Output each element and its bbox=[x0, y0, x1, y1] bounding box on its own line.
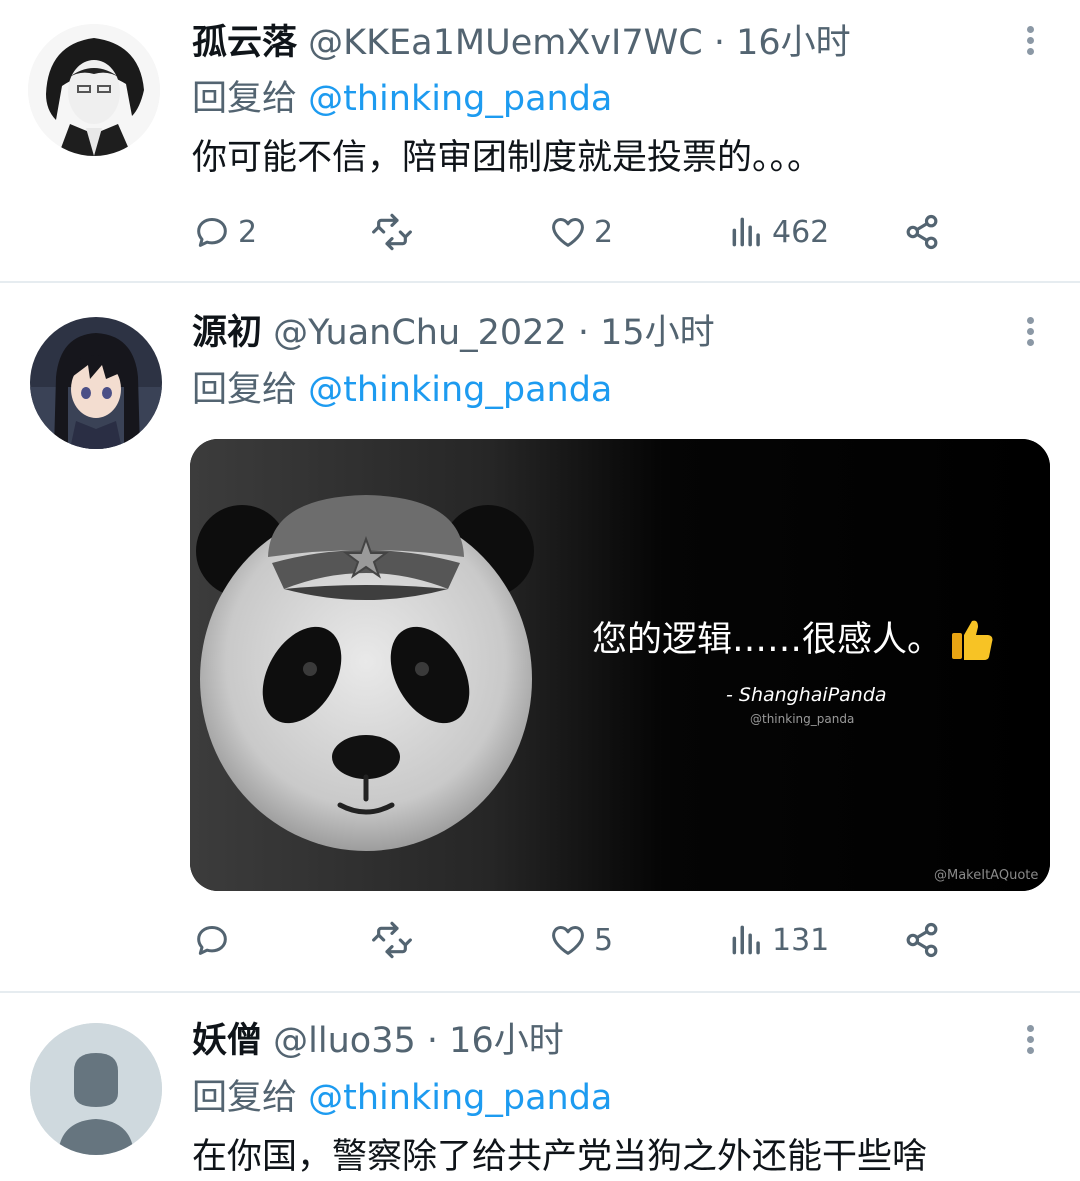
reply-mention-link[interactable]: @thinking_panda bbox=[308, 370, 612, 410]
more-icon[interactable] bbox=[1018, 1021, 1042, 1067]
tweet-2[interactable]: 源初 @YuanChu_2022 · 15小时 回复给 @thinking_pa… bbox=[0, 283, 1080, 991]
like-icon bbox=[552, 218, 584, 247]
retweet-icon bbox=[372, 213, 412, 251]
timestamp[interactable]: 15小时 bbox=[600, 313, 715, 353]
watermark: @MakeItAQuote bbox=[934, 868, 1038, 883]
quote-image: 您的逻辑……很感人。 - ShanghaiPanda @thinking_pan… bbox=[190, 439, 1050, 891]
share-icon bbox=[906, 922, 938, 958]
reply-prefix: 回复给 bbox=[192, 1078, 298, 1118]
reply-context: 回复给 @thinking_panda bbox=[192, 76, 612, 122]
views-button[interactable]: 131 bbox=[728, 915, 829, 965]
reply-context: 回复给 @thinking_panda bbox=[192, 1075, 612, 1121]
reply-mention-link[interactable]: @thinking_panda bbox=[308, 1078, 612, 1118]
quote-text: 您的逻辑……很感人。 bbox=[592, 620, 942, 660]
views-icon bbox=[732, 217, 760, 247]
reply-icon bbox=[197, 218, 227, 247]
display-name[interactable]: 源初 bbox=[192, 313, 262, 353]
reply-button[interactable] bbox=[192, 915, 238, 965]
display-name[interactable]: 孤云落 bbox=[192, 23, 297, 63]
share-button[interactable] bbox=[902, 207, 942, 257]
separator: · bbox=[577, 313, 589, 353]
timestamp[interactable]: 16小时 bbox=[449, 1021, 564, 1061]
tweet-1[interactable]: 孤云落 @KKEa1MUemXvI7WC · 16小时 回复给 @thinkin… bbox=[0, 0, 1080, 282]
reply-context: 回复给 @thinking_panda bbox=[192, 367, 612, 413]
like-button[interactable]: 5 bbox=[548, 915, 613, 965]
reply-prefix: 回复给 bbox=[192, 370, 298, 410]
reply-prefix: 回复给 bbox=[192, 79, 298, 119]
avatar[interactable] bbox=[30, 317, 162, 449]
retweet-icon bbox=[372, 921, 412, 959]
like-button[interactable]: 2 bbox=[548, 207, 613, 257]
username[interactable]: @KKEa1MUemXvI7WC bbox=[308, 23, 703, 63]
views-button[interactable]: 462 bbox=[728, 207, 829, 257]
tweet-header: 妖僧 @lluo35 · 16小时 bbox=[192, 1018, 564, 1064]
tweet-header: 孤云落 @KKEa1MUemXvI7WC · 16小时 bbox=[192, 20, 851, 66]
reply-button[interactable]: 2 bbox=[192, 207, 257, 257]
views-count: 462 bbox=[772, 214, 830, 250]
share-button[interactable] bbox=[902, 915, 942, 965]
tweet-text: 在你国，警察除了给共产党当狗之外还能干些啥 bbox=[192, 1137, 928, 1177]
action-bar: 2 2 462 bbox=[192, 207, 952, 257]
timestamp[interactable]: 16小时 bbox=[736, 23, 851, 63]
default-avatar-icon bbox=[30, 1023, 162, 1155]
avatar[interactable] bbox=[28, 24, 160, 156]
reply-mention-link[interactable]: @thinking_panda bbox=[308, 79, 612, 119]
retweet-button[interactable] bbox=[370, 207, 414, 257]
username[interactable]: @YuanChu_2022 bbox=[273, 313, 567, 353]
quote-author-handle: @thinking_panda bbox=[750, 712, 854, 726]
tweet-text: 你可能不信，陪审团制度就是投票的。。。 bbox=[192, 138, 823, 178]
tweet-header: 源初 @YuanChu_2022 · 15小时 bbox=[192, 310, 715, 356]
share-icon bbox=[906, 214, 938, 250]
username[interactable]: @lluo35 bbox=[273, 1021, 416, 1061]
like-count: 2 bbox=[594, 214, 614, 250]
retweet-button[interactable] bbox=[370, 915, 414, 965]
separator: · bbox=[713, 23, 725, 63]
reply-icon bbox=[197, 926, 227, 955]
avatar[interactable] bbox=[30, 1023, 162, 1155]
more-icon[interactable] bbox=[1018, 22, 1042, 68]
action-bar: 5 131 bbox=[192, 915, 952, 965]
quote-author: - ShanghaiPanda bbox=[726, 684, 887, 706]
views-icon bbox=[732, 925, 760, 955]
tweet-media-image[interactable]: 您的逻辑……很感人。 - ShanghaiPanda @thinking_pan… bbox=[190, 439, 1050, 891]
display-name[interactable]: 妖僧 bbox=[192, 1021, 262, 1061]
like-count: 5 bbox=[594, 922, 614, 958]
views-count: 131 bbox=[772, 922, 830, 958]
reply-count: 2 bbox=[238, 214, 258, 250]
separator: · bbox=[426, 1021, 439, 1061]
like-icon bbox=[552, 926, 584, 955]
more-icon[interactable] bbox=[1018, 313, 1042, 359]
tweet-3[interactable]: 妖僧 @lluo35 · 16小时 回复给 @thinking_panda 在你… bbox=[0, 993, 1080, 1179]
